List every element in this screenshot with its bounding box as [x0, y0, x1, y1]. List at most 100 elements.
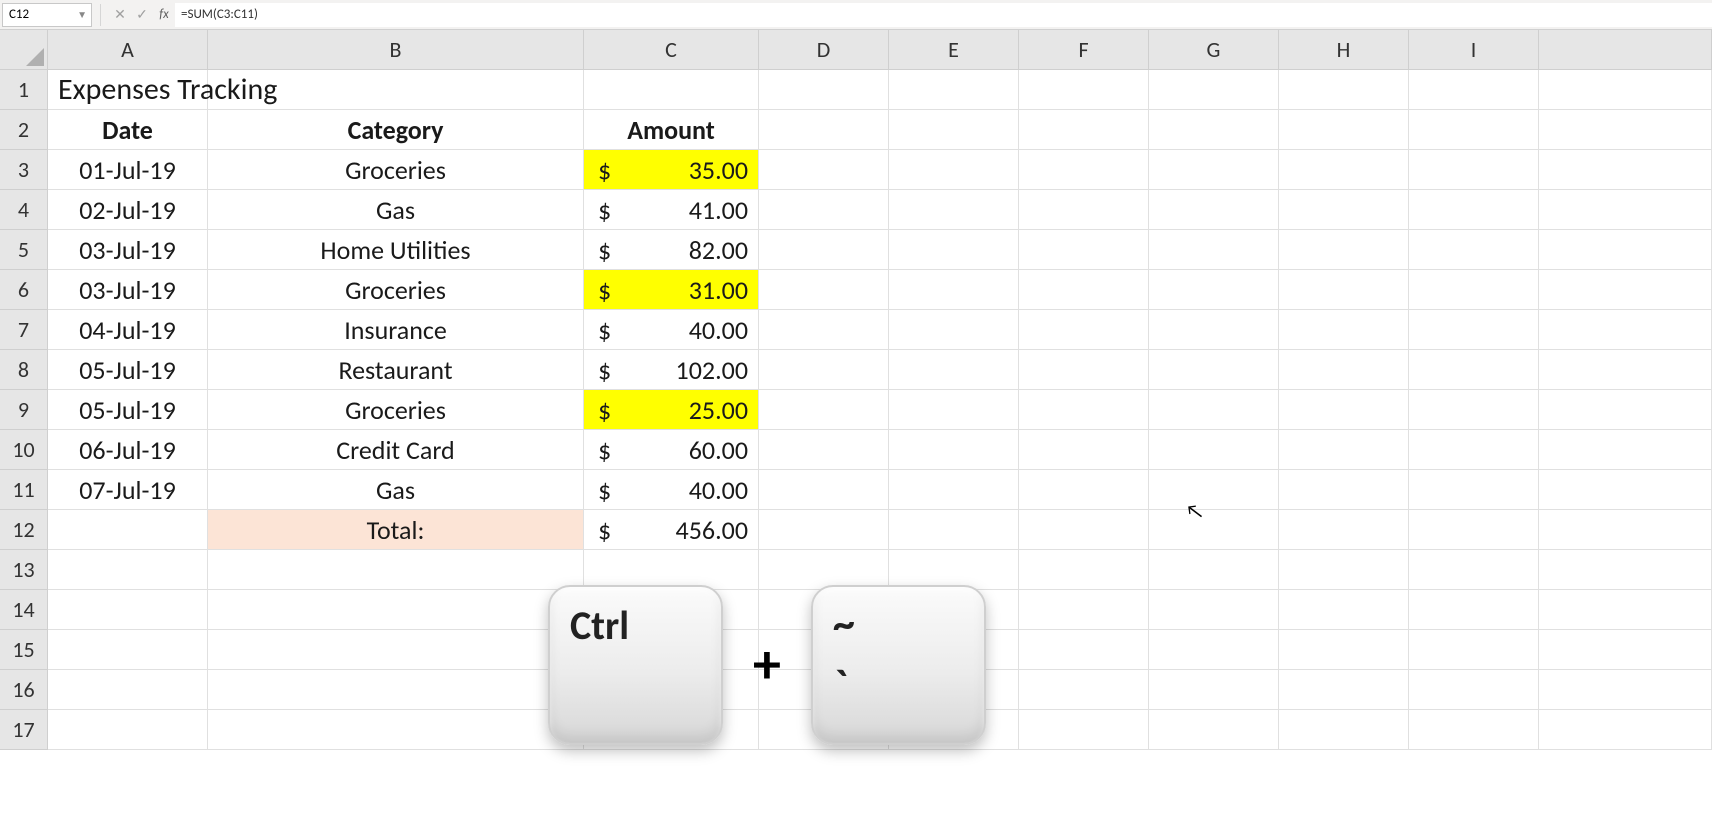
date-cell[interactable]: 05-Jul-19 — [48, 390, 208, 430]
cell[interactable] — [1539, 190, 1712, 230]
cell[interactable] — [759, 430, 889, 470]
row-header[interactable]: 2 — [0, 110, 48, 150]
cell[interactable] — [1409, 310, 1539, 350]
col-header-h[interactable]: H — [1279, 30, 1409, 70]
cell[interactable] — [1019, 190, 1149, 230]
cell[interactable] — [208, 630, 584, 670]
cell[interactable] — [1279, 550, 1409, 590]
date-cell[interactable]: 03-Jul-19 — [48, 230, 208, 270]
cell[interactable] — [1539, 70, 1712, 110]
cell[interactable] — [1279, 270, 1409, 310]
cell[interactable] — [48, 710, 208, 750]
row-header[interactable]: 3 — [0, 150, 48, 190]
col-date-header[interactable]: Date — [48, 110, 208, 150]
row-header[interactable]: 11 — [0, 470, 48, 510]
cell[interactable] — [208, 670, 584, 710]
cell[interactable] — [1279, 590, 1409, 630]
cell[interactable] — [759, 190, 889, 230]
category-cell[interactable]: Gas — [208, 190, 584, 230]
row-header[interactable]: 17 — [0, 710, 48, 750]
cell[interactable] — [1539, 390, 1712, 430]
col-amount-header[interactable]: Amount — [584, 110, 759, 150]
cell[interactable] — [208, 70, 584, 110]
cell[interactable] — [208, 590, 584, 630]
name-box[interactable]: C12 ▼ — [2, 3, 92, 27]
date-cell[interactable]: 02-Jul-19 — [48, 190, 208, 230]
row-header[interactable]: 7 — [0, 310, 48, 350]
date-cell[interactable]: 03-Jul-19 — [48, 270, 208, 310]
cell[interactable] — [1409, 190, 1539, 230]
cell[interactable] — [1539, 270, 1712, 310]
cell[interactable] — [1409, 230, 1539, 270]
cell[interactable] — [889, 110, 1019, 150]
cell[interactable] — [889, 230, 1019, 270]
dropdown-icon[interactable]: ▼ — [77, 8, 87, 21]
cell[interactable] — [1279, 150, 1409, 190]
cell[interactable] — [1409, 270, 1539, 310]
category-cell[interactable]: Groceries — [208, 270, 584, 310]
insert-function-icon[interactable]: fx — [154, 5, 174, 25]
cell[interactable] — [1019, 590, 1149, 630]
col-header-c[interactable]: C — [584, 30, 759, 70]
date-cell[interactable]: 07-Jul-19 — [48, 470, 208, 510]
category-cell[interactable]: Gas — [208, 470, 584, 510]
cell[interactable] — [1539, 430, 1712, 470]
cell[interactable] — [1019, 150, 1149, 190]
cell[interactable] — [1149, 470, 1279, 510]
cell[interactable] — [1019, 110, 1149, 150]
amount-cell[interactable]: $25.00 — [584, 390, 759, 430]
cell[interactable] — [1539, 630, 1712, 670]
cell[interactable] — [1149, 430, 1279, 470]
cell[interactable] — [1279, 710, 1409, 750]
cell[interactable] — [1409, 590, 1539, 630]
cell[interactable] — [1279, 630, 1409, 670]
cell[interactable] — [48, 550, 208, 590]
cell[interactable] — [1149, 230, 1279, 270]
cell[interactable] — [1539, 470, 1712, 510]
cell[interactable] — [1409, 550, 1539, 590]
cell[interactable] — [1019, 350, 1149, 390]
total-amount[interactable]: $ 456.00 — [584, 510, 759, 550]
cell[interactable] — [1409, 150, 1539, 190]
date-cell[interactable]: 06-Jul-19 — [48, 430, 208, 470]
cell[interactable] — [889, 510, 1019, 550]
cell[interactable] — [1149, 630, 1279, 670]
col-header-a[interactable]: A — [48, 30, 208, 70]
cell[interactable] — [759, 230, 889, 270]
cell[interactable] — [584, 550, 759, 590]
cell[interactable] — [1409, 510, 1539, 550]
cell[interactable] — [759, 150, 889, 190]
amount-cell[interactable]: $82.00 — [584, 230, 759, 270]
cell[interactable] — [1279, 430, 1409, 470]
cell[interactable] — [759, 310, 889, 350]
row-header[interactable]: 9 — [0, 390, 48, 430]
row-header[interactable]: 15 — [0, 630, 48, 670]
cell[interactable] — [1149, 70, 1279, 110]
row-header[interactable]: 13 — [0, 550, 48, 590]
cell[interactable] — [1149, 670, 1279, 710]
cell[interactable] — [48, 510, 208, 550]
cell[interactable] — [1539, 350, 1712, 390]
row-header[interactable]: 6 — [0, 270, 48, 310]
cell[interactable] — [1539, 670, 1712, 710]
cell[interactable] — [1409, 350, 1539, 390]
row-header[interactable]: 12 — [0, 510, 48, 550]
cell[interactable] — [208, 550, 584, 590]
col-header-f[interactable]: F — [1019, 30, 1149, 70]
row-header[interactable]: 4 — [0, 190, 48, 230]
cell[interactable] — [1279, 510, 1409, 550]
cell[interactable] — [1149, 590, 1279, 630]
cell[interactable] — [48, 630, 208, 670]
cell[interactable] — [584, 70, 759, 110]
cell[interactable] — [1149, 150, 1279, 190]
cell[interactable] — [1149, 390, 1279, 430]
row-header[interactable]: 1 — [0, 70, 48, 110]
cell[interactable] — [1539, 590, 1712, 630]
amount-cell[interactable]: $41.00 — [584, 190, 759, 230]
cell[interactable] — [889, 150, 1019, 190]
cell[interactable] — [1019, 670, 1149, 710]
cell[interactable] — [1149, 190, 1279, 230]
cell[interactable] — [889, 310, 1019, 350]
cell[interactable] — [1539, 230, 1712, 270]
date-cell[interactable]: 01-Jul-19 — [48, 150, 208, 190]
